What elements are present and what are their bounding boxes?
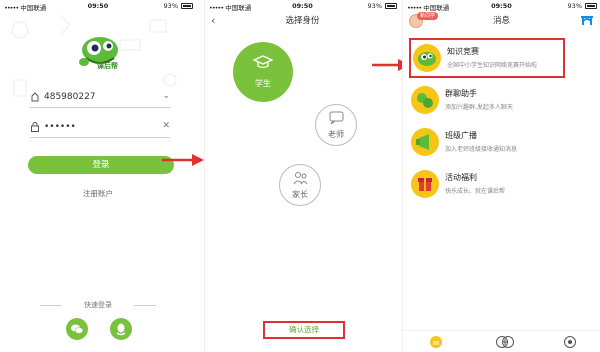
list-item-subtitle: 添加兴趣群,发起多人聊天 bbox=[445, 104, 513, 111]
password-input[interactable]: •••••• bbox=[44, 122, 76, 132]
list-item-title: 活动福利 bbox=[445, 173, 477, 182]
battery-icon bbox=[385, 3, 397, 9]
confirm-button[interactable]: 确认选择 bbox=[263, 321, 345, 339]
parent-icon bbox=[293, 172, 308, 185]
status-bar: ••••• 中国联通 09:50 93% bbox=[403, 0, 600, 12]
account-field[interactable]: 485980227 ⌄ bbox=[30, 88, 170, 108]
qq-login-button[interactable] bbox=[110, 318, 132, 340]
list-item[interactable]: 班级广播 加入老师班级接收通知消息 bbox=[409, 124, 597, 164]
login-screen: ••••• 中国联通 09:50 93% 课后帮 485980227 ⌄ •••… bbox=[0, 0, 196, 352]
back-button[interactable]: ‹ bbox=[211, 12, 215, 30]
login-button[interactable]: 登录 bbox=[28, 156, 174, 174]
page-title: 消息 bbox=[492, 16, 510, 26]
wechat-login-button[interactable] bbox=[66, 318, 88, 340]
graduation-cap-icon bbox=[253, 55, 273, 69]
list-item-subtitle: 快乐成长、就在课后帮 bbox=[445, 188, 506, 195]
quick-login-label: 快速登录 bbox=[40, 300, 156, 310]
battery-icon bbox=[585, 3, 597, 9]
tab-bar bbox=[403, 330, 600, 352]
battery-percent: 93% bbox=[567, 2, 582, 10]
battery-percent: 93% bbox=[367, 2, 382, 10]
list-item-subtitle: 加入老师班级接收通知消息 bbox=[445, 146, 518, 153]
list-item[interactable]: 活动福利 快乐成长、就在课后帮 bbox=[409, 166, 597, 206]
group-chat-icon bbox=[411, 86, 439, 114]
chat-icon bbox=[329, 111, 344, 125]
teacher-label: 老师 bbox=[328, 130, 344, 139]
parent-role-option[interactable]: 家长 bbox=[279, 164, 321, 206]
wechat-icon bbox=[71, 324, 84, 334]
nav-bar: 消息 bbox=[403, 12, 600, 30]
arrow-right-icon bbox=[162, 154, 204, 166]
register-link[interactable]: 注册账户 bbox=[0, 188, 196, 199]
page-title: 选择身份 bbox=[285, 16, 320, 26]
status-bar: ••••• 中国联通 09:50 93% bbox=[205, 0, 400, 12]
role-select-screen: ••••• 中国联通 09:50 93% ‹ 选择身份 学生 老师 家长 确认选… bbox=[204, 0, 400, 352]
list-item[interactable]: 知识竞赛 全国中小学生知识网络竞赛开始啦 bbox=[409, 38, 565, 78]
quiz-mascot-icon bbox=[413, 44, 441, 72]
student-label: 学生 bbox=[255, 79, 271, 88]
parent-label: 家长 bbox=[292, 190, 308, 199]
qq-icon bbox=[116, 323, 126, 336]
nav-bar: ‹ 选择身份 bbox=[205, 12, 400, 30]
list-item-title: 知识竞赛 bbox=[447, 47, 479, 56]
user-icon bbox=[31, 92, 39, 102]
lock-icon bbox=[31, 122, 39, 132]
student-role-option[interactable]: 学生 bbox=[233, 42, 293, 102]
add-tab-icon[interactable] bbox=[495, 335, 515, 349]
list-item-subtitle: 全国中小学生知识网络竞赛开始啦 bbox=[447, 62, 538, 69]
account-input[interactable]: 485980227 bbox=[44, 92, 96, 102]
list-item-title: 群聊助手 bbox=[445, 89, 477, 98]
home-tab-icon[interactable] bbox=[429, 335, 443, 349]
broadcast-icon bbox=[411, 128, 439, 156]
chevron-down-icon[interactable]: ⌄ bbox=[162, 91, 170, 101]
bridge-icon[interactable] bbox=[580, 14, 594, 26]
list-item-title: 班级广播 bbox=[445, 131, 477, 140]
clear-icon[interactable]: ✕ bbox=[162, 121, 170, 131]
profile-tab-icon[interactable] bbox=[563, 335, 577, 349]
password-field[interactable]: •••••• ✕ bbox=[30, 118, 170, 138]
list-item[interactable]: 群聊助手 添加兴趣群,发起多人聊天 bbox=[409, 82, 597, 122]
messages-screen: ••••• 中国联通 09:50 93% 新同学 消息 知识竞赛 全国中小学生知… bbox=[402, 0, 600, 352]
gift-icon bbox=[411, 170, 439, 198]
logo-text: 课后帮 bbox=[97, 62, 118, 70]
teacher-role-option[interactable]: 老师 bbox=[315, 104, 357, 146]
